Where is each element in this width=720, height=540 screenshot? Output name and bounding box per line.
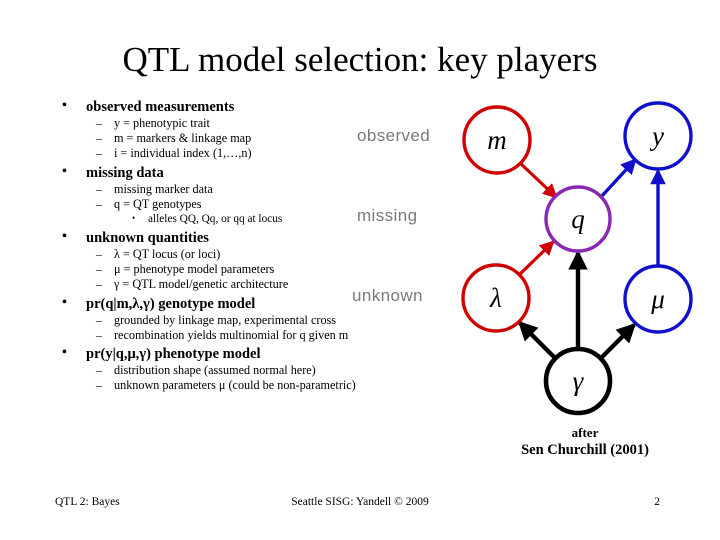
dash-marker: –	[96, 327, 102, 342]
dash-marker: –	[96, 277, 102, 292]
subbullet: – λ = QT locus (or loci)	[52, 247, 472, 262]
subbullet: – i = individual index (1,…,n)	[52, 146, 472, 161]
caption-line-1: after	[571, 425, 599, 440]
node-q	[544, 185, 612, 253]
dash-marker: –	[96, 247, 102, 262]
bullet-unknown-quantities: • unknown quantities	[52, 229, 472, 247]
edge-m-to-q	[518, 161, 558, 199]
caption-line-2: Sen Churchill (2001)	[521, 442, 649, 458]
bullet-phenotype-model: • pr(y|q,μ,γ) phenotype model	[52, 345, 472, 363]
subsubbullet-label: alleles QQ, Qq, or qq at locus	[148, 213, 283, 226]
subbullet-label: recombination yields multinomial for q g…	[114, 327, 349, 342]
subbullet-label: q = QT genotypes	[114, 196, 202, 211]
node-m	[462, 105, 532, 175]
dash-marker: –	[96, 146, 102, 161]
node-lambda	[461, 263, 531, 333]
dash-marker: –	[96, 196, 102, 211]
edge-gamma-to-mu	[599, 322, 637, 360]
slide: QTL model selection: key players • obser…	[0, 0, 720, 540]
dash-marker: –	[96, 262, 102, 277]
subbullet: – distribution shape (assumed normal her…	[52, 363, 472, 378]
slide-page-number: 2	[654, 496, 660, 508]
category-label-unknown: unknown	[352, 286, 423, 305]
subbullet: – recombination yields multinomial for q…	[52, 328, 472, 343]
bullet-marker: •	[62, 163, 67, 179]
subbullet-label: y = phenotypic trait	[114, 116, 210, 130]
subbullet: – grounded by linkage map, experimental …	[52, 313, 472, 328]
subbullet-label: grounded by linkage map, experimental cr…	[114, 312, 337, 327]
node-y	[623, 101, 693, 171]
dash-marker: –	[96, 131, 102, 146]
bullet-label: unknown quantities	[86, 230, 209, 247]
edge-q-to-y	[599, 158, 637, 199]
slide-footer: QTL 2: Bayes Seattle SISG: Yandell © 200…	[0, 496, 720, 516]
bullet-observed-measurements: • observed measurements	[52, 98, 472, 116]
edge-lambda-to-q	[517, 240, 555, 277]
subbullet-label: m = markers & linkage map	[114, 131, 252, 146]
bullet-marker: •	[62, 345, 67, 361]
dash-marker: –	[96, 312, 102, 327]
bullet-marker: •	[132, 213, 136, 224]
dash-marker: –	[96, 116, 102, 130]
page-title: QTL model selection: key players	[122, 40, 598, 79]
subbullet-label: γ = QTL model/genetic architecture	[114, 277, 289, 292]
subbullet-label: i = individual index (1,…,n)	[114, 146, 252, 161]
node-gamma	[543, 346, 613, 416]
dash-marker: –	[96, 181, 102, 196]
dash-marker: –	[96, 363, 102, 378]
subbullet: – unknown parameters μ (could be non-par…	[52, 378, 472, 393]
category-label-observed: observed	[357, 126, 431, 145]
bullet-marker: •	[62, 229, 67, 245]
bullet-marker: •	[62, 98, 67, 113]
subbullet-label: distribution shape (assumed normal here)	[114, 363, 316, 378]
subbullet-label: μ = phenotype model parameters	[114, 262, 275, 277]
dash-marker: –	[96, 378, 102, 393]
bullet-label: missing data	[86, 164, 164, 181]
subbullet: – μ = phenotype model parameters	[52, 262, 472, 277]
bullet-label: pr(y|q,μ,γ) phenotype model	[86, 346, 261, 363]
category-label-missing: missing	[357, 206, 418, 225]
subbullet: – missing marker data	[52, 182, 472, 197]
bullet-missing-data: • missing data	[52, 164, 472, 182]
diagram-caption: after Sen Churchill (2001)	[470, 424, 700, 460]
bullet-label: pr(q|m,λ,γ) genotype model	[86, 295, 256, 312]
subbullet-label: missing marker data	[114, 181, 213, 196]
node-mu	[623, 264, 693, 334]
bullet-marker: •	[62, 294, 67, 310]
subbullet-label: λ = QT locus (or loci)	[114, 247, 221, 262]
subbullet-label: unknown parameters μ (could be non-param…	[114, 378, 356, 393]
bullet-label: observed measurements	[86, 99, 235, 115]
edge-gamma-to-lambda	[517, 320, 557, 360]
footer-center-text: Seattle SISG: Yandell © 2009	[291, 496, 429, 508]
